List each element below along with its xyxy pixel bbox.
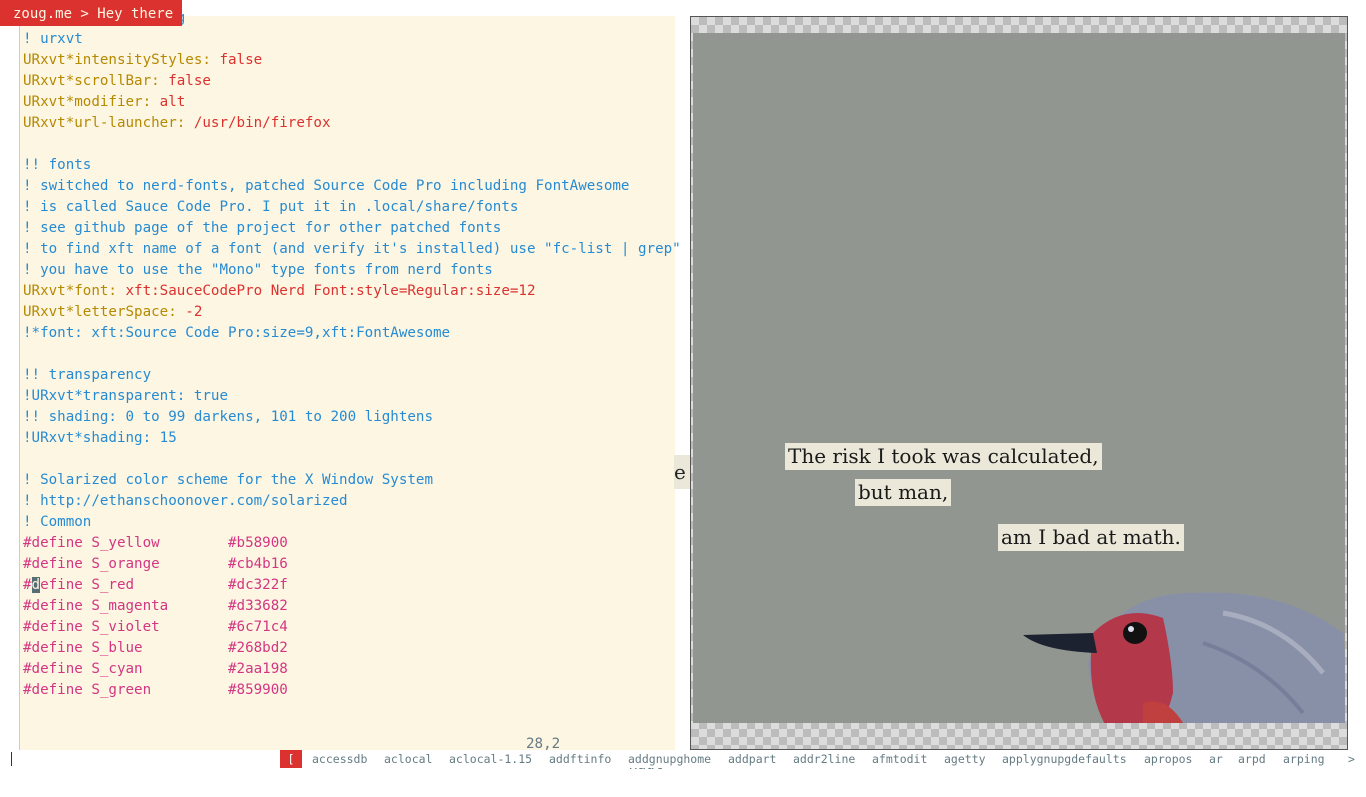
editor-line[interactable]: #define S_red #dc322f xyxy=(23,575,681,596)
dmenu-item[interactable]: ar xyxy=(1209,750,1223,768)
editor-line[interactable]: ! you have to use the "Mono" type fonts … xyxy=(23,260,681,281)
dmenu-item[interactable]: addpart xyxy=(728,750,776,768)
dmenu-selected-item[interactable]: [ xyxy=(280,750,302,768)
editor-line[interactable]: !! transparency xyxy=(23,365,681,386)
editor-line[interactable]: #define S_magenta #d33682 xyxy=(23,596,681,617)
editor-line[interactable]: URxvt*font: xft:SauceCodePro Nerd Font:s… xyxy=(23,281,681,302)
bird-illustration xyxy=(1023,592,1345,723)
dmenu-item[interactable]: aclocal-1.15 xyxy=(449,750,532,768)
text-editor-pane[interactable]: !! .Xresources zoug! urxvtURxvt*intensit… xyxy=(19,10,681,773)
dmenu-item[interactable]: accessdb xyxy=(312,750,367,768)
editor-line[interactable]: !! shading: 0 to 99 darkens, 101 to 200 … xyxy=(23,407,681,428)
editor-line[interactable]: ! http://ethanschoonover.com/solarized xyxy=(23,491,681,512)
editor-line[interactable]: ! see github page of the project for oth… xyxy=(23,218,681,239)
dmenu-item[interactable]: afmtodit xyxy=(872,750,927,768)
dmenu-item[interactable]: agetty xyxy=(944,750,986,768)
caption-line-3: am I bad at math. xyxy=(998,524,1184,551)
editor-line[interactable]: ! Solarized color scheme for the X Windo… xyxy=(23,470,681,491)
dmenu-bar[interactable]: [ > accessdb aclocal aclocal-1.15 addftinfo… xyxy=(0,750,1366,768)
editor-buffer[interactable]: !! .Xresources zoug! urxvtURxvt*intensit… xyxy=(23,8,681,701)
dmenu-item[interactable]: aclocal xyxy=(384,750,432,768)
editor-line[interactable] xyxy=(23,344,681,365)
dmenu-input-caret[interactable] xyxy=(11,752,12,766)
background-window-sliver: e xyxy=(674,455,690,489)
editor-line[interactable]: !URxvt*shading: 15 xyxy=(23,428,681,449)
meme-image: The risk I took was calculated, but man,… xyxy=(693,33,1345,723)
editor-line[interactable]: !*font: xft:Source Code Pro:size=9,xft:F… xyxy=(23,323,681,344)
dmenu-item[interactable]: applygnupgdefaults xyxy=(1002,750,1127,768)
dmenu-item[interactable]: apropos xyxy=(1144,750,1192,768)
editor-line[interactable] xyxy=(23,134,681,155)
editor-line[interactable]: #define S_cyan #2aa198 xyxy=(23,659,681,680)
editor-line[interactable]: ! switched to nerd-fonts, patched Source… xyxy=(23,176,681,197)
editor-line[interactable]: #define S_blue #268bd2 xyxy=(23,638,681,659)
caption-line-2: but man, xyxy=(855,479,952,506)
editor-line[interactable]: URxvt*scrollBar: false xyxy=(23,71,681,92)
editor-line[interactable]: ! is called Sauce Code Pro. I put it in … xyxy=(23,197,681,218)
editor-line[interactable]: ! urxvt xyxy=(23,29,681,50)
window-title: zoug.me > Hey there xyxy=(0,0,183,26)
dmenu-item[interactable]: arpd xyxy=(1238,750,1266,768)
editor-line[interactable]: !URxvt*transparent: true xyxy=(23,386,681,407)
caption-line-1: The risk I took was calculated, xyxy=(785,443,1102,470)
image-viewer[interactable]: The risk I took was calculated, but man,… xyxy=(690,16,1348,750)
editor-line[interactable]: !! fonts xyxy=(23,155,681,176)
editor-line[interactable]: URxvt*intensityStyles: false xyxy=(23,50,681,71)
dmenu-item[interactable]: addr2line xyxy=(793,750,855,768)
editor-line[interactable]: ! Common xyxy=(23,512,681,533)
editor-line[interactable]: URxvt*letterSpace: -2 xyxy=(23,302,681,323)
editor-line[interactable]: URxvt*modifier: alt xyxy=(23,92,681,113)
editor-line[interactable]: URxvt*url-launcher: /usr/bin/firefox xyxy=(23,113,681,134)
dmenu-item[interactable]: addgnupghome xyxy=(628,750,711,768)
editor-line[interactable]: ! to find xft name of a font (and verify… xyxy=(23,239,681,260)
text-cursor: d xyxy=(31,577,41,593)
dmenu-item[interactable]: arping xyxy=(1283,750,1325,768)
editor-line[interactable]: #define S_yellow #b58900 xyxy=(23,533,681,554)
editor-statusline: 28,2 Haut xyxy=(20,713,675,773)
dmenu-item[interactable]: addftinfo xyxy=(549,750,611,768)
editor-line[interactable]: #define S_violet #6c71c4 xyxy=(23,617,681,638)
dmenu-more-arrow[interactable]: > xyxy=(1348,750,1355,768)
editor-line[interactable]: #define S_orange #cb4b16 xyxy=(23,554,681,575)
editor-line[interactable]: #define S_green #859900 xyxy=(23,680,681,701)
editor-line[interactable] xyxy=(23,449,681,470)
